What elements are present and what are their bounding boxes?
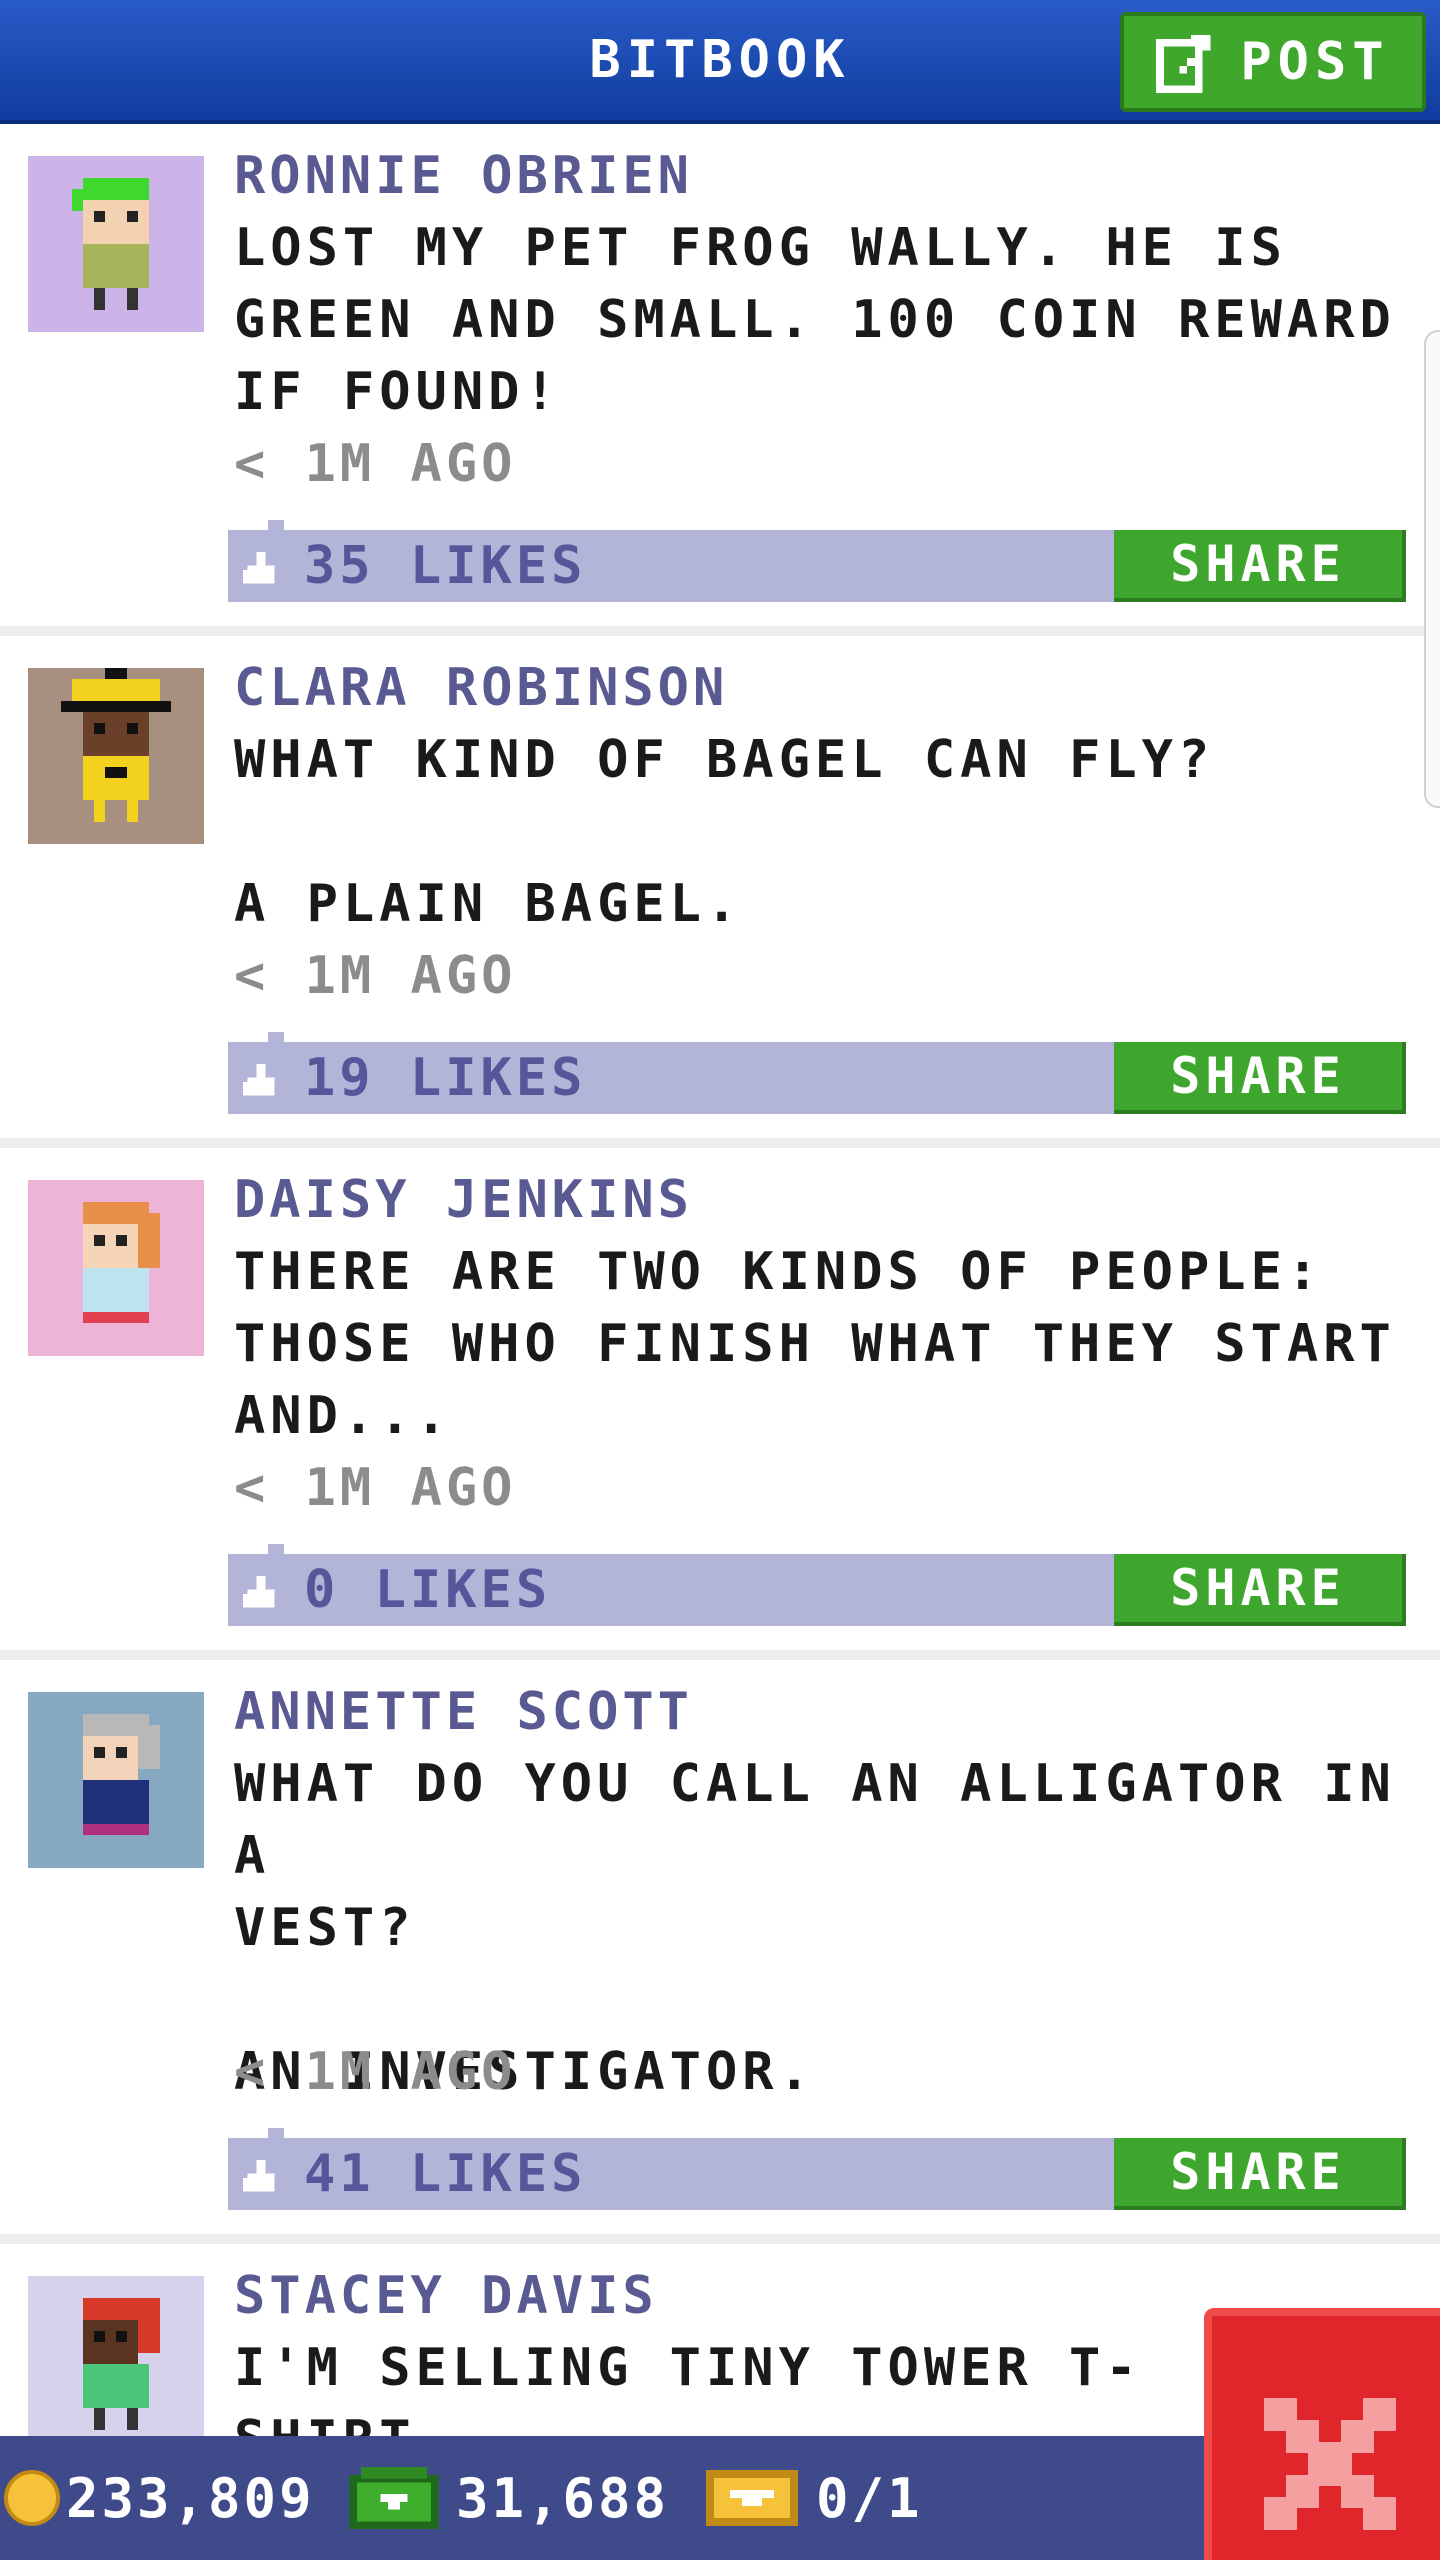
bux-icon: [349, 2467, 439, 2529]
post-author[interactable]: CLARA ROBINSON: [234, 652, 728, 724]
bux-stat: 31,688: [348, 2436, 669, 2560]
likes-bar-notch: [268, 1544, 284, 1554]
share-button[interactable]: SHARE: [1114, 1554, 1406, 1626]
likes-bar: 41 LIKES SHARE: [228, 2128, 1406, 2210]
post-message: THERE ARE TWO KINDS OF PEOPLE: THOSE WHO…: [234, 1242, 1396, 1446]
avatar-daisy-jenkins[interactable]: [28, 1180, 204, 1356]
thumbs-up-icon: [243, 2160, 275, 2192]
coins-value: 233,809: [66, 2466, 315, 2530]
coins-stat: 233,809: [4, 2436, 315, 2560]
avatar-image: [28, 156, 204, 332]
avatar-clara-robinson[interactable]: [28, 668, 204, 844]
post-author[interactable]: ANNETTE SCOTT: [234, 1676, 693, 1748]
likes-bar-notch: [268, 1032, 284, 1042]
post-divider: [0, 1138, 1440, 1148]
app-header: BITBOOK POST: [0, 0, 1440, 124]
tickets-value: 0/1: [816, 2466, 923, 2530]
post-timestamp: < 1M AGO: [234, 946, 517, 1006]
post-author[interactable]: RONNIE OBRIEN: [234, 140, 693, 212]
scrollbar[interactable]: [1424, 330, 1440, 808]
avatar-stacey-davis[interactable]: [28, 2276, 204, 2452]
like-button[interactable]: [240, 1056, 282, 1100]
coin-icon: [4, 2470, 60, 2526]
like-button[interactable]: [240, 544, 282, 588]
likes-count: 35 LIKES: [304, 536, 587, 596]
post-timestamp: < 1M AGO: [234, 434, 517, 494]
share-button[interactable]: SHARE: [1114, 1042, 1406, 1114]
post-message: WHAT KIND OF BAGEL CAN FLY? A PLAIN BAGE…: [234, 730, 1215, 934]
likes-count: 41 LIKES: [304, 2144, 587, 2204]
likes-bar-notch: [268, 2128, 284, 2138]
post-button-label: POST: [1240, 32, 1390, 92]
post-message: LOST MY PET FROG WALLY. HE IS GREEN AND …: [234, 218, 1396, 422]
avatar-image: [28, 2276, 204, 2452]
thumbs-up-icon: [243, 1576, 275, 1608]
share-button[interactable]: SHARE: [1114, 2138, 1406, 2210]
avatar-image: [28, 1692, 204, 1868]
post-timestamp: < 1M AGO: [234, 2042, 517, 2102]
ticket-icon: [706, 2470, 798, 2526]
likes-bar: 0 LIKES SHARE: [228, 1544, 1406, 1626]
post-author[interactable]: STACEY DAVIS: [234, 2260, 658, 2332]
bux-value: 31,688: [456, 2466, 670, 2530]
post-timestamp: < 1M AGO: [234, 1458, 517, 1518]
thumbs-up-icon: [243, 1064, 275, 1096]
avatar-ronnie-obrien[interactable]: [28, 156, 204, 332]
edit-icon: [1156, 31, 1211, 93]
likes-bar: 35 LIKES SHARE: [228, 520, 1406, 602]
tickets-stat: 0/1: [706, 2436, 923, 2560]
likes-bar: 19 LIKES SHARE: [228, 1032, 1406, 1114]
avatar-image: [28, 1180, 204, 1356]
share-button[interactable]: SHARE: [1114, 530, 1406, 602]
likes-bar-notch: [268, 520, 284, 530]
close-button[interactable]: [1204, 2308, 1440, 2560]
post-author[interactable]: DAISY JENKINS: [234, 1164, 693, 1236]
likes-count: 0 LIKES: [304, 1560, 552, 1620]
post-divider: [0, 1650, 1440, 1660]
avatar-image: [28, 668, 204, 844]
like-button[interactable]: [240, 2152, 282, 2196]
post-button[interactable]: POST: [1120, 12, 1426, 112]
post-divider: [0, 626, 1440, 636]
likes-count: 19 LIKES: [304, 1048, 587, 1108]
thumbs-up-icon: [243, 552, 275, 584]
avatar-annette-scott[interactable]: [28, 1692, 204, 1868]
like-button[interactable]: [240, 1568, 282, 1612]
post-divider: [0, 2234, 1440, 2244]
close-icon: [1264, 2398, 1396, 2530]
